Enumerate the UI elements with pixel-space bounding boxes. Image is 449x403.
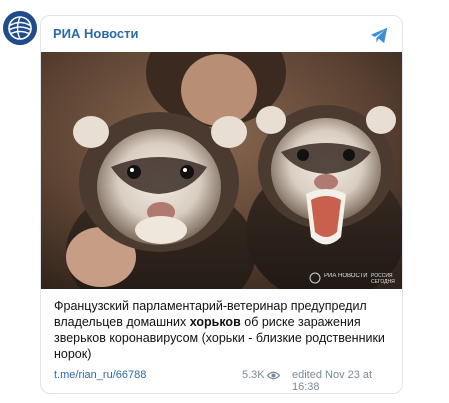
post-link[interactable]: t.me/rian_ru/66788 [54, 369, 146, 381]
views-count: 5.3K [242, 369, 265, 381]
edited-timestamp: edited Nov 23 at 16:38 [292, 369, 373, 393]
post-footer: t.me/rian_ru/66788 5.3K edited Nov 23 at… [54, 369, 392, 393]
post-card: РИА Новости РИА НОВОСТИ РОССИЯ СЕГОДНЯ Ф… [40, 15, 403, 394]
post-photo[interactable]: РИА НОВОСТИ РОССИЯ СЕГОДНЯ [41, 52, 402, 289]
telegram-plane-icon[interactable] [370, 27, 389, 44]
photo-watermark-ria: РИА НОВОСТИ [324, 273, 368, 279]
post-text-bold: хорьков [189, 315, 241, 329]
channel-name[interactable]: РИА Новости [53, 26, 139, 41]
post-text: Французский парламентарий-ветеринар пред… [54, 298, 394, 362]
eye-icon [267, 371, 280, 380]
ria-logo-icon [3, 11, 37, 45]
channel-avatar[interactable] [3, 11, 37, 45]
ferrets-image [41, 52, 402, 289]
photo-watermark-russia-today: РОССИЯ СЕГОДНЯ [371, 273, 395, 285]
